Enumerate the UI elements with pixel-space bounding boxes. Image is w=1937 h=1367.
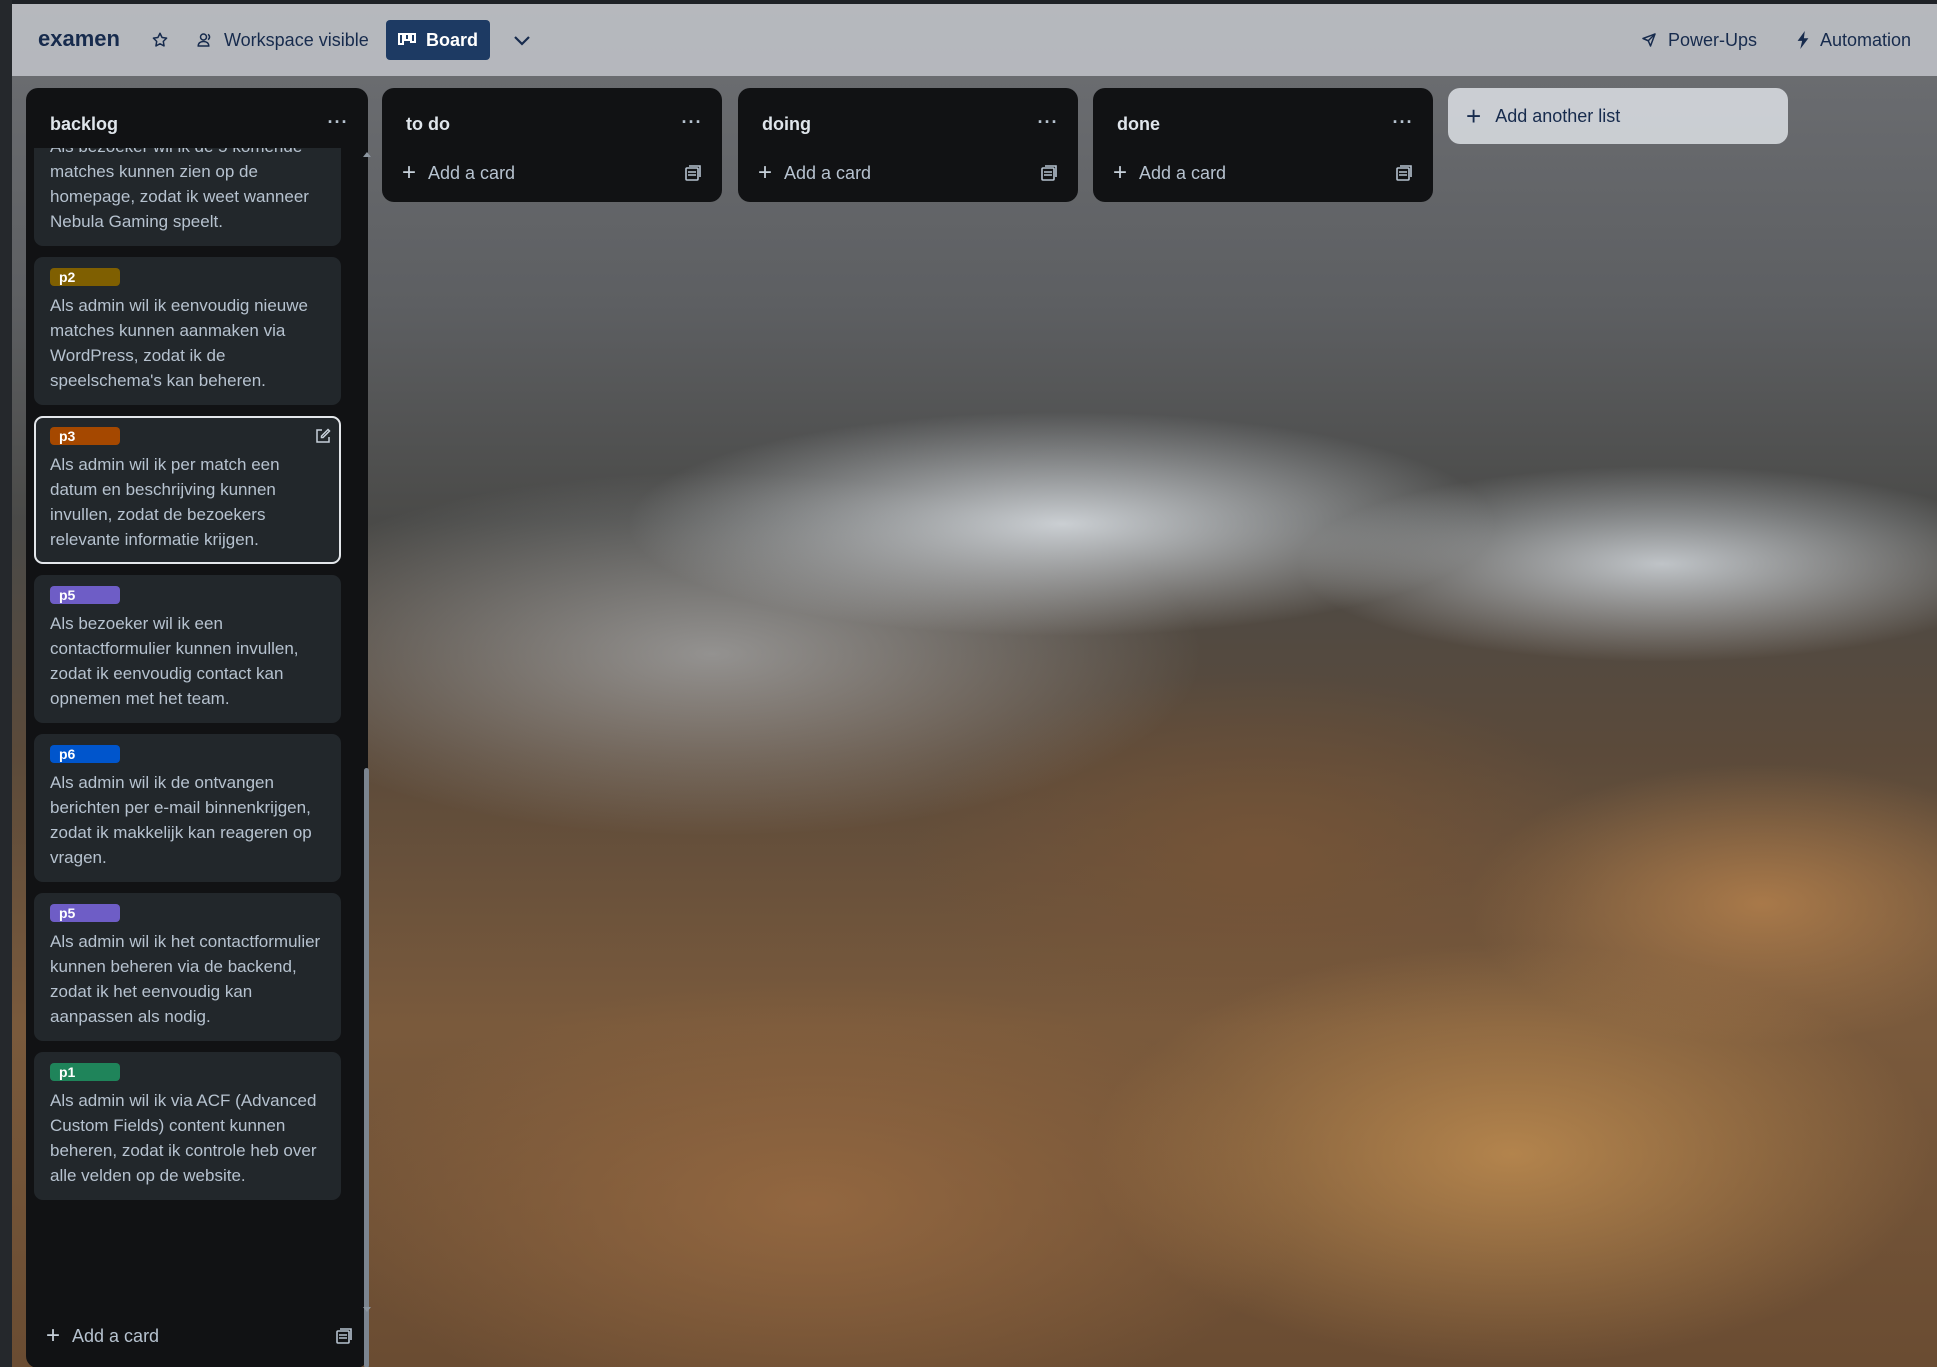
create-from-template-button[interactable] bbox=[1034, 158, 1064, 188]
star-button[interactable] bbox=[142, 20, 178, 60]
template-icon bbox=[685, 165, 701, 181]
plus-icon: + bbox=[46, 1322, 61, 1349]
board-view-button[interactable]: Board bbox=[386, 20, 490, 60]
scroll-thumb[interactable] bbox=[364, 768, 369, 1367]
add-card-button[interactable]: + Add a card bbox=[1103, 153, 1363, 193]
add-card-button[interactable]: + Add a card bbox=[36, 1316, 296, 1356]
add-card-label: Add a card bbox=[1139, 162, 1227, 183]
add-card-button[interactable]: + Add a card bbox=[748, 153, 1008, 193]
list-menu-button[interactable]: ··· bbox=[322, 106, 354, 138]
board-canvas: examen Workspace visible Board Power-Ups… bbox=[12, 4, 1937, 1367]
list-title[interactable]: doing bbox=[762, 114, 811, 135]
list-menu-button[interactable]: ··· bbox=[676, 106, 708, 138]
list-menu-button[interactable]: ··· bbox=[1387, 106, 1419, 138]
template-icon bbox=[1041, 165, 1057, 181]
list-header: done ··· bbox=[1093, 88, 1433, 144]
automation-button[interactable]: Automation bbox=[1788, 20, 1919, 60]
card-label-badge[interactable]: p6 bbox=[50, 745, 120, 763]
board-title[interactable]: examen bbox=[38, 26, 120, 52]
plus-icon: + bbox=[1113, 159, 1128, 186]
list-done: done ··· + Add a card bbox=[1093, 88, 1433, 202]
card-title: Als admin wil ik eenvoudig nieuwe matche… bbox=[50, 296, 308, 390]
window-left-border bbox=[0, 0, 12, 1367]
board-view-label: Board bbox=[426, 29, 479, 50]
add-card-button[interactable]: + Add a card bbox=[392, 153, 652, 193]
plus-icon: + bbox=[758, 159, 773, 186]
template-icon bbox=[1396, 165, 1412, 181]
card[interactable]: p2 Als admin wil ik eenvoudig nieuwe matc… bbox=[34, 257, 341, 405]
list-title[interactable]: backlog bbox=[50, 114, 118, 135]
list-menu-button[interactable]: ··· bbox=[1032, 106, 1064, 138]
card-title: Als admin wil ik via ACF (Advanced Custo… bbox=[50, 1091, 317, 1185]
card-title: Als bezoeker wil ik de 5 komende matches… bbox=[50, 148, 309, 231]
star-icon bbox=[151, 31, 169, 49]
rocket-icon bbox=[1640, 31, 1658, 49]
card-label-badge[interactable]: p2 bbox=[50, 268, 120, 286]
list-header: doing ··· bbox=[738, 88, 1078, 144]
scroll-up-arrow[interactable] bbox=[363, 152, 371, 157]
board-icon bbox=[398, 33, 416, 47]
list-title[interactable]: done bbox=[1117, 114, 1160, 135]
card-title: Als bezoeker wil ik een contactformulier… bbox=[50, 614, 299, 708]
add-card-label: Add a card bbox=[72, 1325, 160, 1346]
people-icon bbox=[196, 31, 214, 49]
powerups-label: Power-Ups bbox=[1668, 29, 1758, 50]
card-label-badge[interactable]: p1 bbox=[50, 1063, 120, 1081]
card-label-badge[interactable]: p5 bbox=[50, 586, 120, 604]
card-label-badge[interactable]: p5 bbox=[50, 904, 120, 922]
list-doing: doing ··· + Add a card bbox=[738, 88, 1078, 202]
scroll-down-arrow[interactable] bbox=[363, 1307, 371, 1312]
create-from-template-button[interactable] bbox=[1389, 158, 1419, 188]
card-list: Als bezoeker wil ik de 5 komende matches… bbox=[34, 148, 352, 1308]
card-title: Als admin wil ik per match een datum en … bbox=[50, 455, 280, 549]
list-header: to do ··· bbox=[382, 88, 722, 144]
template-icon bbox=[336, 1328, 352, 1344]
add-card-label: Add a card bbox=[428, 162, 516, 183]
add-list-button[interactable]: + Add another list bbox=[1448, 88, 1788, 144]
list-backlog: backlog ··· Als bezoeker wil ik de 5 kom… bbox=[26, 88, 371, 1367]
lightning-icon bbox=[1796, 31, 1810, 49]
add-card-label: Add a card bbox=[784, 162, 872, 183]
list-todo: to do ··· + Add a card bbox=[382, 88, 722, 202]
plus-icon: + bbox=[1466, 101, 1482, 131]
list-header: backlog ··· bbox=[26, 88, 368, 144]
visibility-button[interactable]: Workspace visible bbox=[188, 20, 377, 60]
card[interactable]: p6 Als admin wil ik de ontvangen berichte… bbox=[34, 734, 341, 882]
create-from-template-button[interactable] bbox=[678, 158, 708, 188]
card-title: Als admin wil ik de ontvangen berichten … bbox=[50, 773, 312, 867]
card[interactable]: Als bezoeker wil ik de 5 komende matches… bbox=[34, 148, 341, 246]
card-label-badge[interactable]: p3 bbox=[50, 427, 120, 445]
view-switcher-button[interactable] bbox=[502, 20, 542, 60]
card[interactable]: p5 Als admin wil ik het contactformulier … bbox=[34, 893, 341, 1041]
plus-icon: + bbox=[402, 159, 417, 186]
chevron-down-icon bbox=[513, 34, 531, 46]
card[interactable]: p1 Als admin wil ik via ACF (Advanced Cus… bbox=[34, 1052, 341, 1200]
create-from-template-button[interactable] bbox=[329, 1321, 359, 1351]
card-title: Als admin wil ik het contactformulier ku… bbox=[50, 932, 321, 1026]
board-header: examen Workspace visible Board Power-Ups… bbox=[12, 4, 1937, 76]
card[interactable]: p3 Als admin wil ik per match een datum e… bbox=[34, 416, 341, 564]
powerups-button[interactable]: Power-Ups bbox=[1632, 20, 1765, 60]
card[interactable]: p5 Als bezoeker wil ik een contactformuli… bbox=[34, 575, 341, 723]
list-title[interactable]: to do bbox=[406, 114, 450, 135]
automation-label: Automation bbox=[1820, 29, 1912, 50]
edit-icon[interactable] bbox=[315, 426, 331, 451]
add-list-label: Add another list bbox=[1495, 105, 1621, 126]
list-scrollbar[interactable] bbox=[363, 148, 372, 1367]
visibility-label: Workspace visible bbox=[224, 29, 369, 50]
